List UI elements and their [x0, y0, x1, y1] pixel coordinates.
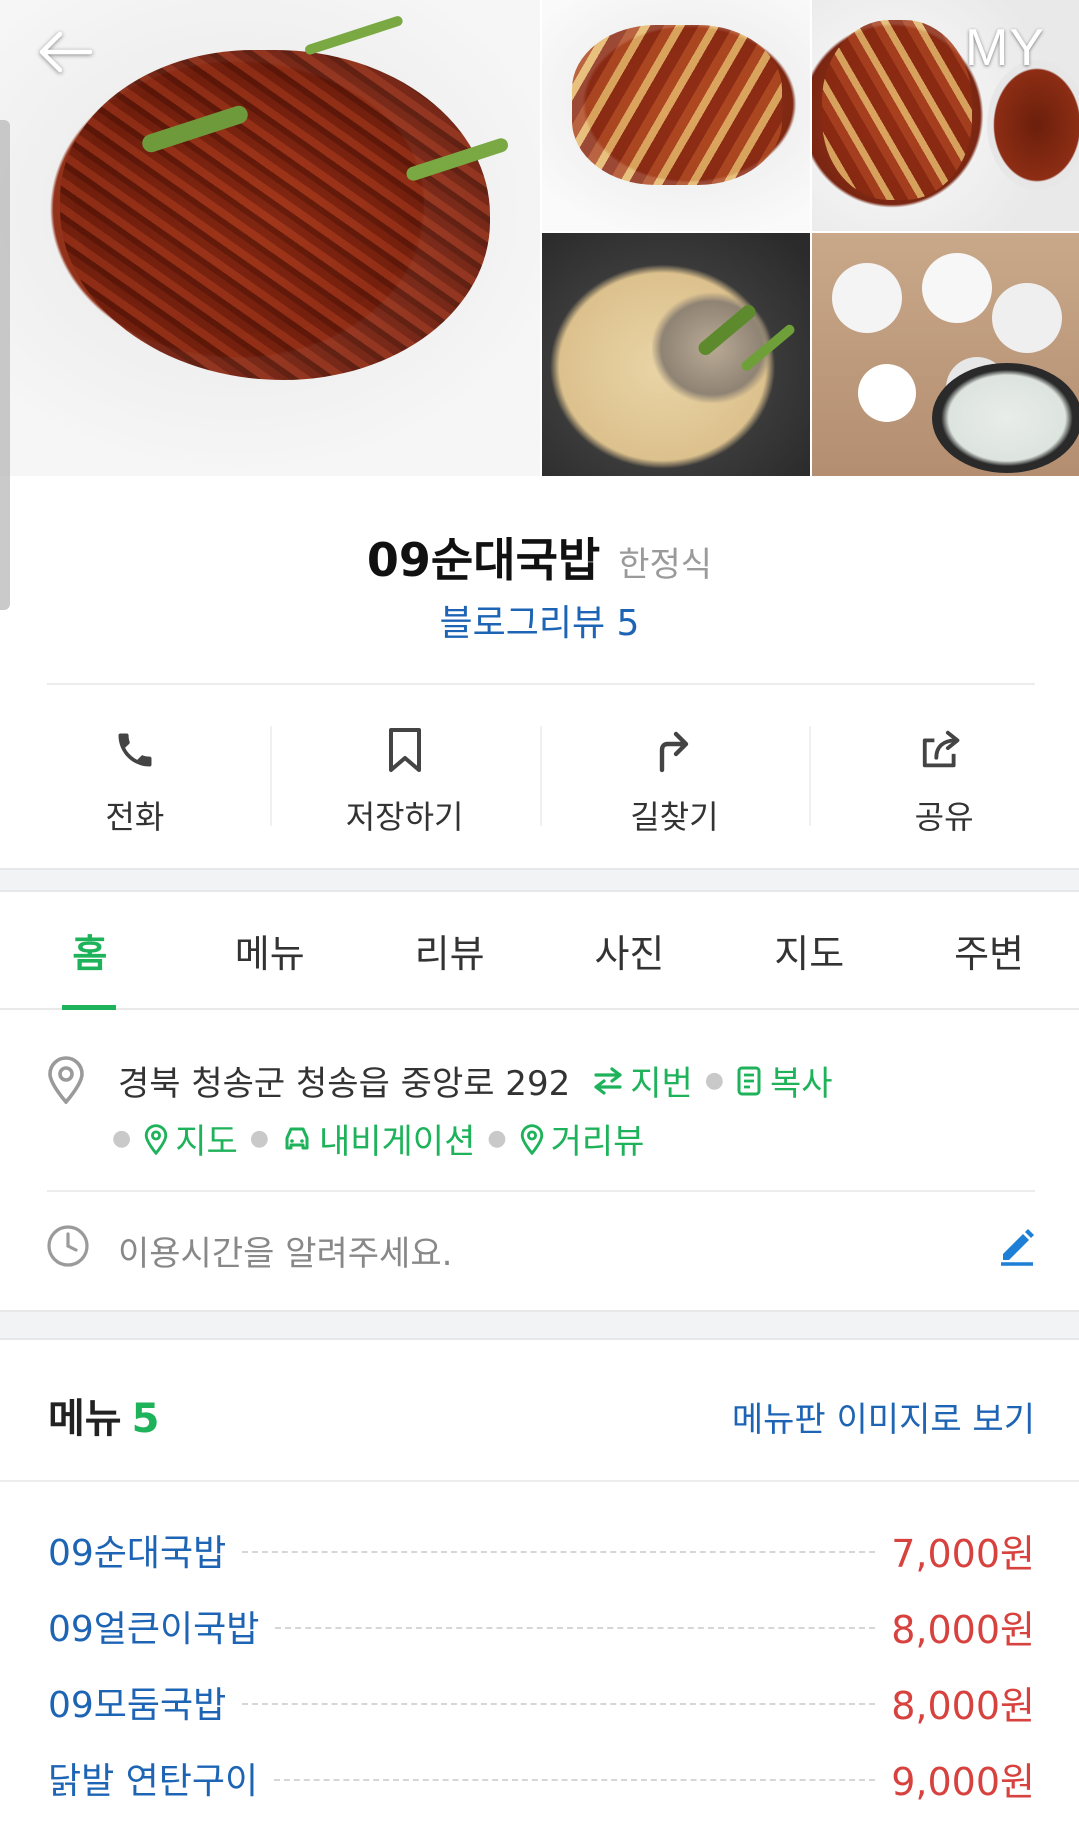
menu-item-price: 8,000원 [891, 1607, 1035, 1652]
tab-map[interactable]: 지도 [719, 892, 899, 1008]
separator-dot: ● [704, 1068, 724, 1093]
tab-nearby[interactable]: 주변 [899, 892, 1079, 1008]
menu-count: 5 [131, 1396, 160, 1442]
menu-item-price: 7,000원 [891, 1531, 1035, 1576]
navigation-label: 내비게이션 [318, 1122, 476, 1162]
tab-home[interactable]: 홈 [0, 892, 180, 1010]
share-label: 공유 [914, 798, 974, 836]
copy-button[interactable]: 복사 [736, 1056, 833, 1105]
leader-dots [275, 1627, 876, 1629]
food-photo-2[interactable] [542, 0, 810, 231]
street-view-link[interactable]: 거리뷰 [519, 1114, 645, 1163]
menu-item[interactable]: 닭발 연탄구이 9,000원 [48, 1740, 1035, 1816]
jibun-label: 지번 [630, 1064, 693, 1104]
call-label: 전화 [105, 798, 165, 836]
separator-dot: ● [487, 1126, 507, 1151]
menu-item-name: 09모둠국밥 [48, 1685, 227, 1726]
menu-item-name: 09얼큰이국밥 [48, 1609, 260, 1650]
bookmark-icon [388, 728, 421, 772]
menu-list: 09순대국밥 7,000원 09얼큰이국밥 8,000원 09모둠국밥 8,00… [48, 1512, 1035, 1816]
tab-review[interactable]: 리뷰 [360, 892, 540, 1008]
location-pin-icon [48, 1056, 84, 1104]
share-icon [922, 730, 960, 768]
copy-label: 복사 [769, 1064, 833, 1104]
map-pin-icon [145, 1123, 168, 1155]
street-view-label: 거리뷰 [550, 1122, 645, 1162]
navigation-link[interactable]: 내비게이션 [281, 1114, 475, 1163]
call-button[interactable]: 전화 [0, 686, 270, 866]
menu-item[interactable]: 09모둠국밥 8,000원 [48, 1664, 1035, 1740]
phone-icon [118, 733, 152, 767]
menu-item[interactable]: 09얼큰이국밥 8,000원 [48, 1588, 1035, 1664]
clock-icon [47, 1225, 89, 1267]
place-name: 09순대국밥 [366, 533, 601, 587]
directions-label: 길찾기 [630, 798, 719, 836]
copy-icon [737, 1066, 761, 1095]
back-button[interactable] [30, 22, 100, 82]
divider [47, 683, 1035, 685]
hours-section[interactable]: 이용시간을 알려주세요. [0, 1192, 1079, 1310]
menu-image-link[interactable]: 메뉴판 이미지로 보기 [732, 1392, 1035, 1441]
map-label: 지도 [175, 1122, 238, 1162]
menu-item[interactable]: 09순대국밥 7,000원 [48, 1512, 1035, 1588]
address-section: 경북 청송군 청송읍 중앙로 292 지번 ● 복사 ● 지도 ● 내비게이션 … [0, 1012, 1079, 1190]
menu-title: 메뉴 5 [48, 1386, 159, 1444]
menu-item-name: 09순대국밥 [48, 1533, 227, 1574]
share-button[interactable]: 공유 [809, 686, 1079, 866]
directions-button[interactable]: 길찾기 [539, 686, 810, 866]
food-photo-4[interactable] [542, 233, 810, 476]
my-button[interactable]: MY [965, 18, 1045, 78]
leader-dots [274, 1779, 876, 1781]
separator-dot: ● [249, 1126, 269, 1151]
leader-dots [242, 1703, 876, 1705]
tab-photo[interactable]: 사진 [539, 892, 719, 1008]
save-label: 저장하기 [345, 798, 464, 836]
tab-menu[interactable]: 메뉴 [180, 892, 360, 1008]
car-icon [285, 1127, 309, 1149]
jibun-toggle[interactable]: 지번 [592, 1056, 693, 1105]
section-separator [0, 868, 1079, 892]
place-category: 한정식 [618, 545, 713, 585]
arrow-left-icon [39, 31, 93, 73]
pencil-icon[interactable] [997, 1226, 1037, 1266]
action-bar: 전화 저장하기 길찾기 공유 [0, 686, 1079, 866]
save-button[interactable]: 저장하기 [269, 686, 540, 866]
address-text: 경북 청송군 청송읍 중앙로 292 [118, 1064, 571, 1104]
menu-header: 메뉴 5 메뉴판 이미지로 보기 [0, 1340, 1079, 1482]
separator-dot: ● [112, 1126, 132, 1151]
directions-icon [660, 731, 689, 773]
map-pin-icon [520, 1123, 543, 1155]
tab-bar: 홈 메뉴 리뷰 사진 지도 주변 [0, 892, 1079, 1010]
food-photo-5[interactable] [812, 233, 1079, 476]
menu-item-name: 닭발 연탄구이 [48, 1761, 259, 1802]
place-title-section: 09순대국밥 한정식 블로그리뷰 5 [0, 476, 1079, 676]
menu-item-price: 8,000원 [891, 1683, 1035, 1728]
leader-dots [242, 1551, 876, 1553]
map-link[interactable]: 지도 [143, 1114, 238, 1163]
blog-review-link[interactable]: 블로그리뷰 5 [0, 594, 1079, 646]
menu-item-price: 9,000원 [891, 1759, 1035, 1804]
hours-prompt: 이용시간을 알려주세요. [118, 1234, 453, 1274]
menu-title-label: 메뉴 [48, 1396, 122, 1442]
section-separator [0, 1310, 1079, 1340]
photo-gallery[interactable]: MY [0, 0, 1079, 610]
swap-icon [594, 1066, 622, 1095]
